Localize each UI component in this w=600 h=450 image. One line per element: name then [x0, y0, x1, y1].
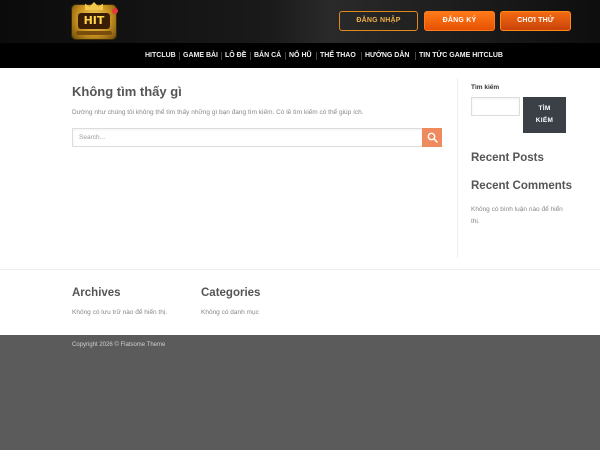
page-description: Dường như chúng tôi không thể tìm thấy n… [72, 109, 364, 116]
nav-item-no-hu[interactable]: NỔ HŨ [289, 43, 312, 68]
nav-item-tin-tuc[interactable]: TIN TỨC GAME HITCLUB [419, 43, 503, 68]
nav-item-the-thao[interactable]: THỂ THAO [320, 43, 356, 68]
search-input[interactable]: Search... [72, 128, 422, 147]
logo-strip [76, 31, 112, 35]
copyright-bar: Copyright 2026 © Flatsome Theme [0, 335, 600, 450]
search-icon [427, 132, 438, 143]
play-demo-button[interactable]: CHƠI THỬ [500, 11, 571, 31]
copyright-text: Copyright 2026 © Flatsome Theme [72, 342, 166, 348]
nav-separator [316, 52, 317, 60]
login-button[interactable]: ĐĂNG NHẬP [339, 11, 418, 31]
nav-item-lo-de[interactable]: LÔ ĐỀ [225, 43, 246, 68]
logo-text: HIT [78, 13, 110, 29]
nav-separator [179, 52, 180, 60]
sidebar-search-button[interactable]: TÌM KIẾM [523, 97, 566, 133]
nav-separator [361, 52, 362, 60]
nav-item-game-bai[interactable]: GAME BÀI [183, 43, 218, 68]
register-button[interactable]: ĐĂNG KÝ [424, 11, 495, 31]
nav-item-huong-dan[interactable]: HƯỚNG DẪN [365, 43, 409, 68]
nav-item-hitclub[interactable]: HITCLUB [145, 43, 176, 68]
nav-separator [250, 52, 251, 60]
categories-text: Không có danh mục [201, 309, 259, 316]
main-content: Không tìm thấy gì Dường như chúng tôi kh… [0, 68, 600, 269]
nav-separator [285, 52, 286, 60]
site-logo[interactable]: HIT [72, 2, 118, 39]
recent-comments-text: Không có bình luận nào để hiển thị. [471, 206, 563, 225]
recent-posts-title: Recent Posts [471, 152, 544, 164]
sidebar-search-input[interactable] [471, 97, 520, 116]
archives-title: Archives [72, 287, 121, 299]
page-title: Không tìm thấy gì [72, 84, 182, 99]
archives-text: Không có lưu trữ nào để hiển thị. [72, 309, 168, 316]
recent-comments-title: Recent Comments [471, 180, 572, 192]
site-header: HIT ĐĂNG NHẬP ĐĂNG KÝ CHƠI THỬ [0, 0, 600, 43]
logo-dot [112, 8, 118, 14]
categories-title: Categories [201, 287, 261, 299]
main-nav: HITCLUB GAME BÀI LÔ ĐỀ BẮN CÁ NỔ HŨ THỂ … [0, 43, 600, 68]
sidebar-divider [457, 78, 458, 258]
sidebar-search-button-line1: TÌM [538, 105, 551, 112]
nav-separator [221, 52, 222, 60]
sidebar-search-label: Tìm kiếm [471, 84, 500, 91]
footer-widgets: Archives Không có lưu trữ nào để hiển th… [0, 269, 600, 335]
sidebar-search-button-line2: KIẾM [535, 117, 554, 124]
nav-separator [415, 52, 416, 60]
search-button[interactable] [422, 128, 442, 147]
nav-item-ban-ca[interactable]: BẮN CÁ [254, 43, 281, 68]
crown-icon [85, 2, 103, 10]
